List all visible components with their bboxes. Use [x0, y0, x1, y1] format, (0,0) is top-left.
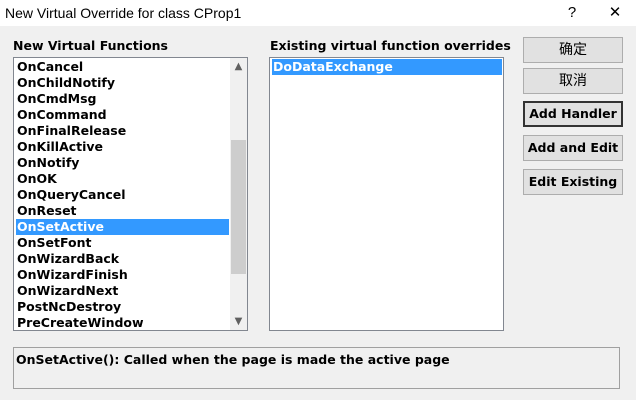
scroll-down-icon[interactable]: ▼: [230, 313, 247, 330]
list-item[interactable]: OnSetActive: [16, 219, 229, 235]
list-item[interactable]: OnCmdMsg: [16, 91, 229, 107]
list-item[interactable]: OnReset: [16, 203, 229, 219]
list-item[interactable]: OnWizardBack: [16, 251, 229, 267]
scrollbar-thumb[interactable]: [231, 140, 246, 274]
list-item[interactable]: OnNotify: [16, 155, 229, 171]
list-item[interactable]: OnCancel: [16, 59, 229, 75]
list-item[interactable]: DoDataExchange: [272, 59, 502, 75]
existing-overrides-label: Existing virtual function overrides: [270, 38, 511, 53]
edit-existing-button[interactable]: Edit Existing: [523, 169, 623, 195]
list-item[interactable]: PostNcDestroy: [16, 299, 229, 315]
cancel-button[interactable]: 取消: [523, 68, 623, 94]
add-handler-button[interactable]: Add Handler: [523, 101, 623, 127]
list-item[interactable]: OnQueryCancel: [16, 187, 229, 203]
list-scrollbar[interactable]: ▲ ▼: [230, 58, 247, 330]
help-button[interactable]: ?: [555, 2, 589, 24]
list-item[interactable]: OnChildNotify: [16, 75, 229, 91]
list-item[interactable]: OnWizardFinish: [16, 267, 229, 283]
existing-overrides-list[interactable]: DoDataExchange: [269, 57, 504, 331]
title-bar: New Virtual Override for class CProp1 ? …: [0, 0, 636, 26]
list-item[interactable]: OnSetFont: [16, 235, 229, 251]
list-item[interactable]: PreCreateWindow: [16, 315, 229, 330]
new-virtual-functions-list[interactable]: OnCancel OnChildNotify OnCmdMsg OnCommand On…: [13, 57, 248, 331]
scroll-up-icon[interactable]: ▲: [230, 58, 247, 75]
ok-button[interactable]: 确定: [523, 37, 623, 63]
close-button[interactable]: ✕: [598, 2, 632, 24]
window-title: New Virtual Override for class CProp1: [5, 5, 242, 21]
new-virtual-functions-label: New Virtual Functions: [13, 38, 168, 53]
list-item[interactable]: OnCommand: [16, 107, 229, 123]
list-item[interactable]: OnOK: [16, 171, 229, 187]
description-text: OnSetActive(): Called when the page is m…: [16, 352, 450, 367]
description-box: OnSetActive(): Called when the page is m…: [13, 347, 620, 389]
add-and-edit-button[interactable]: Add and Edit: [523, 135, 623, 161]
virtual-override-dialog: New Virtual Override for class CProp1 ? …: [0, 0, 636, 404]
list-item[interactable]: OnKillActive: [16, 139, 229, 155]
list-item[interactable]: OnFinalRelease: [16, 123, 229, 139]
bottom-edge: [0, 400, 636, 404]
list-item[interactable]: OnWizardNext: [16, 283, 229, 299]
